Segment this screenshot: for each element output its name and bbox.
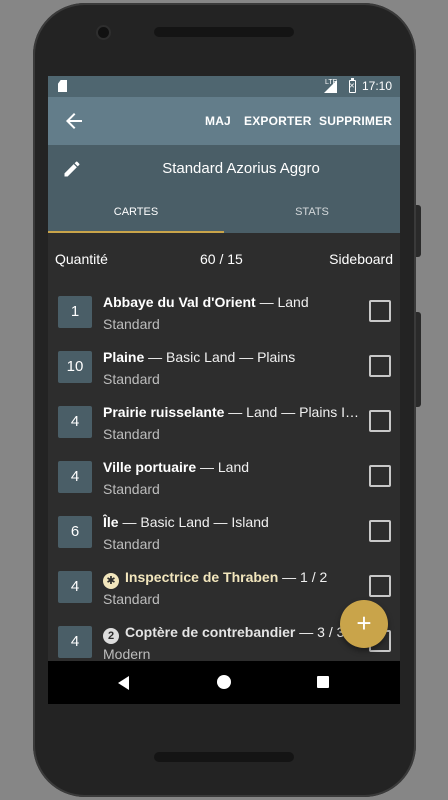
export-button[interactable]: EXPORTER <box>244 114 312 128</box>
card-type: — Land <box>196 459 250 475</box>
add-card-button[interactable]: + <box>340 600 388 648</box>
maj-button[interactable]: MAJ <box>205 114 231 128</box>
tab-cartes[interactable]: CARTES <box>48 193 224 233</box>
card-title-line: Ville portuaire — Land <box>103 459 361 475</box>
clock: 17:10 <box>361 79 392 93</box>
deck-summary: Quantité 60 / 15 Sideboard <box>48 233 400 285</box>
card-name: Plaine <box>103 349 145 365</box>
card-type: — Basic Land — Plains <box>144 349 296 365</box>
card-format: Standard <box>103 591 160 607</box>
card-type: — Basic Land — Island <box>118 514 269 530</box>
card-name: Ville portuaire <box>103 459 197 475</box>
lte-label: LTE <box>325 79 338 86</box>
app-bar: MAJ EXPORTER SUPPRIMER <box>48 97 400 145</box>
status-bar: LTE 17:10 <box>48 76 400 97</box>
card-format: Standard <box>103 371 160 387</box>
card-format: Standard <box>103 316 160 332</box>
card-title-line: Plaine — Basic Land — Plains <box>103 349 361 365</box>
sd-card-icon <box>58 80 67 92</box>
card-quantity[interactable]: 4 <box>58 571 92 603</box>
sideboard-checkbox[interactable] <box>369 520 391 542</box>
card-title-line: ✱ Inspectrice de Thraben — 1 / 2 <box>103 569 361 589</box>
deck-title-bar: Standard Azorius Aggro <box>48 145 400 193</box>
sideboard-checkbox[interactable] <box>369 575 391 597</box>
nav-home-icon[interactable] <box>217 675 231 689</box>
card-name: Île <box>103 514 119 530</box>
card-quantity[interactable]: 4 <box>58 461 92 493</box>
tab-bar: CARTES STATS <box>48 193 400 233</box>
card-type: — Land <box>255 294 309 310</box>
arrow-left-icon[interactable] <box>62 109 86 133</box>
bottom-speaker <box>154 752 294 762</box>
card-name: Inspectrice de Thraben <box>125 569 279 585</box>
delete-button[interactable]: SUPPRIMER <box>319 114 392 128</box>
card-name: Coptère de contrebandier <box>125 624 296 640</box>
front-camera <box>98 27 109 38</box>
card-title-line: 2 Coptère de contrebandier — 3 / 3 <box>103 624 361 644</box>
screen: LTE 17:10 MAJ EXPORTER SUPPRIMER Standar… <box>48 76 400 704</box>
card-count: 60 / 15 <box>200 251 243 267</box>
card-row[interactable]: 4 Ville portuaire — Land Standard <box>48 451 400 506</box>
card-quantity[interactable]: 1 <box>58 296 92 328</box>
top-speaker <box>154 27 294 37</box>
card-format: Standard <box>103 536 160 552</box>
card-format: Modern <box>103 646 151 662</box>
card-quantity[interactable]: 4 <box>58 626 92 658</box>
card-row[interactable]: 10 Plaine — Basic Land — Plains Standard <box>48 341 400 396</box>
card-title-line: Prairie ruisselante — Land — Plains Isla… <box>103 404 361 420</box>
card-name: Abbaye du Val d'Orient <box>103 294 256 310</box>
card-type: — Land — Plains Island <box>228 404 361 420</box>
card-format: Standard <box>103 481 160 497</box>
nav-recents-icon[interactable] <box>317 676 329 688</box>
sideboard-checkbox[interactable] <box>369 465 391 487</box>
system-nav-bar <box>48 661 400 704</box>
card-row[interactable]: 4 Prairie ruisselante — Land — Plains Is… <box>48 396 400 451</box>
card-quantity[interactable]: 4 <box>58 406 92 438</box>
card-row[interactable]: 1 Abbaye du Val d'Orient — Land Standard <box>48 286 400 341</box>
card-title-line: Abbaye du Val d'Orient — Land <box>103 294 361 310</box>
card-format: Standard <box>103 426 160 442</box>
battery-icon <box>349 78 356 93</box>
tab-stats[interactable]: STATS <box>224 193 400 233</box>
sideboard-checkbox[interactable] <box>369 410 391 432</box>
power-button <box>416 205 421 257</box>
mana-symbol-icon: 2 <box>103 628 119 644</box>
card-row[interactable]: 6 Île — Basic Land — Island Standard <box>48 506 400 561</box>
volume-button <box>416 312 421 407</box>
card-name: Prairie ruisselante <box>103 404 225 420</box>
deck-name: Standard Azorius Aggro <box>162 160 320 177</box>
mana-symbol-icon: ✱ <box>103 573 119 589</box>
sideboard-label: Sideboard <box>329 251 393 267</box>
sideboard-checkbox[interactable] <box>369 355 391 377</box>
card-quantity[interactable]: 6 <box>58 516 92 548</box>
nav-back-icon[interactable] <box>118 676 129 690</box>
sideboard-checkbox[interactable] <box>369 300 391 322</box>
card-title-line: Île — Basic Land — Island <box>103 514 361 530</box>
card-quantity[interactable]: 10 <box>58 351 92 383</box>
quantity-label: Quantité <box>55 251 108 267</box>
card-type: — 1 / 2 <box>278 569 328 585</box>
card-type: — 3 / 3 <box>295 624 345 640</box>
